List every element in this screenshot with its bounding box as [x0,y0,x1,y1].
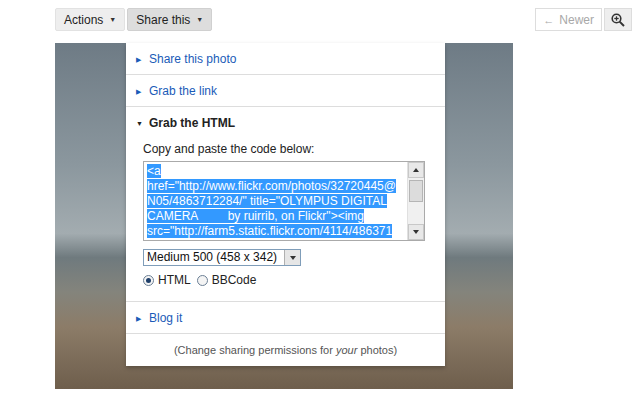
newer-button[interactable]: ← Newer [535,8,602,31]
section-body: Copy and paste the code below: <ahref="ht… [126,138,445,301]
section-header[interactable]: ▶ Share this photo [126,43,445,74]
code-text: <ahref="http://www.flickr.com/photos/327… [144,162,407,240]
nav-label: Newer [559,13,594,27]
triangle-icon: ▶ [136,52,144,67]
triangle-icon: ▶ [136,84,144,99]
section-header[interactable]: ▼ Grab the HTML [126,107,445,138]
radio-circle [143,275,154,286]
zoom-button[interactable] [604,8,632,31]
size-select[interactable]: Medium 500 (458 x 342) [143,249,301,266]
page: Actions ▼ Share this ▼ ← Newer ▶ Share this pho… [0,0,643,404]
select-arrow [284,250,300,265]
menu-section: ▼ Grab the HTML Copy and paste the code be… [126,107,445,302]
photo-stage: ▶ Share this photo ▶ Grab the link ▼ Grab the… [55,43,513,389]
menu-label: Share this [136,13,190,27]
scroll-up-button[interactable] [408,162,424,178]
code-line: N05/4863712284/" title="OLYMPUS DIGITAL [147,194,404,209]
caret-icon: ▼ [109,16,116,23]
code-line-text: href="http://www.flickr.com/photos/32720… [147,179,396,193]
instruction-text: Copy and paste the code below: [143,142,435,157]
menu-footer: (Change sharing permissions for your pho… [126,334,445,366]
arrow-down-icon [413,230,419,234]
arrow-left-icon: ← [543,14,554,26]
footer-emphasis: your [336,344,357,356]
zoom-icon [611,13,625,27]
section-label: Blog it [149,311,182,326]
format-radio[interactable]: HTML [143,273,191,287]
menu-button[interactable]: Share this ▼ [127,8,212,31]
caret-icon: ▼ [196,16,203,23]
menu-group: Actions ▼ Share this ▼ [55,8,212,31]
menu-section: ▶ Share this photo [126,43,445,75]
radio-circle [197,275,208,286]
select-value: Medium 500 (458 x 342) [144,250,284,265]
radio-label: BBCode [212,273,257,287]
scroll-down-button[interactable] [408,224,424,240]
menu-button[interactable]: Actions ▼ [55,8,125,31]
section-label: Share this photo [149,52,236,67]
format-radio[interactable]: BBCode [197,273,257,287]
nav-group: ← Newer [535,8,632,31]
arrow-up-icon [413,168,419,172]
code-line-text: src="http://farm5.static.flickr.com/4114… [147,224,392,238]
radio-dot [146,278,151,283]
menu-section: ▶ Grab the link [126,75,445,107]
menu-label: Actions [64,13,103,27]
share-menu: ▶ Share this photo ▶ Grab the link ▼ Grab the… [126,43,445,366]
code-line: href="http://www.flickr.com/photos/32720… [147,179,404,194]
radio-label: HTML [158,273,191,287]
section-header[interactable]: ▶ Blog it [126,302,445,333]
code-textarea[interactable]: <ahref="http://www.flickr.com/photos/327… [143,161,425,241]
code-line-text: CAMERA by ruirrib, on Flickr"><img [147,209,364,223]
code-line: CAMERA by ruirrib, on Flickr"><img [147,209,404,224]
section-label: Grab the HTML [149,116,235,131]
arrow-down-icon [290,256,296,260]
section-header[interactable]: ▶ Grab the link [126,75,445,106]
scroll-thumb[interactable] [409,180,423,202]
triangle-icon: ▶ [136,311,144,326]
section-label: Grab the link [149,84,217,99]
code-line-text: <a [147,164,161,178]
scrollbar[interactable] [407,162,424,240]
format-radios: HTML BBCode [143,273,435,287]
toolbar: Actions ▼ Share this ▼ ← Newer [0,0,643,31]
menu-section: ▶ Blog it [126,302,445,334]
code-line: <a [147,164,404,179]
scroll-track [408,178,424,224]
footer-text[interactable]: (Change sharing permissions for your pho… [174,344,397,356]
code-line: src="http://farm5.static.flickr.com/4114… [147,224,404,239]
triangle-icon: ▼ [136,116,144,131]
code-line-text: N05/4863712284/" title="OLYMPUS DIGITAL [147,194,387,208]
